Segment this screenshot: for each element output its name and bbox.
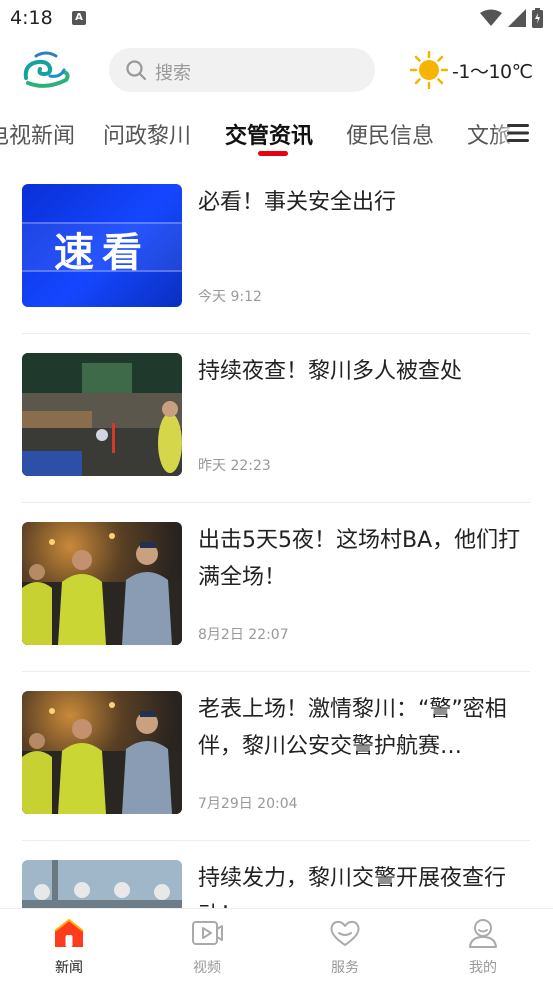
news-time: 今天 9:12 (198, 289, 262, 305)
heart-icon (330, 920, 360, 946)
tab-wenzheng-lichuan[interactable]: 问政黎川 (103, 118, 191, 150)
nav-video[interactable]: 视频 (167, 917, 247, 977)
news-thumbnail (22, 691, 182, 814)
sun-icon (410, 51, 448, 89)
tab-tv-news[interactable]: 电视新闻 (0, 118, 75, 150)
status-time: 4:18 (10, 7, 53, 29)
news-thumbnail (22, 353, 182, 476)
video-icon (192, 921, 223, 945)
nav-label: 我的 (469, 960, 497, 976)
system-icons (480, 8, 543, 28)
status-bar: 4:18 A (0, 0, 553, 36)
news-item[interactable]: 持续夜查！黎川多人被查处 昨天 22:23 (22, 333, 530, 503)
news-time: 昨天 22:23 (198, 458, 271, 474)
news-thumbnail: 速看 (22, 184, 182, 307)
news-title: 出击5天5夜！这场村BA，他们打满全场！ (198, 528, 521, 590)
news-time: 7月29日 20:04 (198, 796, 298, 812)
news-thumbnail (22, 860, 182, 908)
news-title: 持续夜查！黎川多人被查处 (198, 359, 463, 384)
search-bar[interactable]: 搜索 (109, 48, 375, 92)
traffic-police-lineup-photo (22, 860, 182, 908)
profile-icon (469, 919, 497, 948)
news-item[interactable]: 出击5天5夜！这场村BA，他们打满全场！ 8月2日 22:07 (22, 502, 530, 672)
weather-widget[interactable]: -1～10℃ (410, 51, 533, 89)
nav-profile[interactable]: 我的 (443, 917, 523, 977)
news-item[interactable]: 老表上场！激情黎川：“警”密相伴，黎川公安交警护航赛… 7月29日 20:04 (22, 671, 530, 841)
top-header: 搜索 -1～10℃ (0, 36, 553, 106)
news-time: 8月2日 22:07 (198, 627, 289, 643)
weather-temperature: -1～10℃ (452, 60, 533, 83)
thumbnail-caption: 速看 (54, 230, 150, 276)
notification-icon: A (72, 11, 86, 25)
police-officers-photo (22, 702, 182, 814)
police-officers-photo (22, 533, 182, 645)
news-thumbnail (22, 522, 182, 645)
nav-label: 视频 (193, 960, 221, 976)
menu-icon[interactable] (505, 121, 531, 145)
app-logo[interactable] (20, 50, 72, 92)
bottom-navigation: 新闻 视频 服务 我的 (0, 908, 553, 985)
news-item[interactable]: 速看 必看！事关安全出行 今天 9:12 (22, 164, 530, 334)
wifi-icon (480, 9, 502, 26)
news-title: 必看！事关安全出行 (198, 190, 397, 215)
search-placeholder: 搜索 (155, 63, 191, 84)
nav-label: 新闻 (55, 960, 83, 976)
news-title: 持续发力，黎川交警开展夜查行动！ (198, 866, 507, 908)
news-title: 老表上场！激情黎川：“警”密相伴，黎川公安交警护航赛… (198, 697, 507, 759)
active-tab-indicator (258, 151, 288, 156)
nav-news[interactable]: 新闻 (29, 917, 109, 977)
nav-services[interactable]: 服务 (305, 917, 385, 977)
news-feed: 速看 必看！事关安全出行 今天 9:12 持续夜查！黎川多人被查处 昨天 22:… (0, 164, 553, 908)
tab-traffic-news[interactable]: 交管资讯 (225, 118, 313, 150)
home-icon (54, 918, 84, 947)
battery-icon (532, 8, 543, 28)
search-icon (126, 60, 147, 81)
signal-icon (508, 9, 526, 27)
nav-label: 服务 (331, 960, 359, 976)
night-checkpoint-photo (22, 353, 182, 476)
news-item[interactable]: 持续发力，黎川交警开展夜查行动！ (22, 840, 530, 908)
tab-public-info[interactable]: 便民信息 (346, 118, 434, 150)
